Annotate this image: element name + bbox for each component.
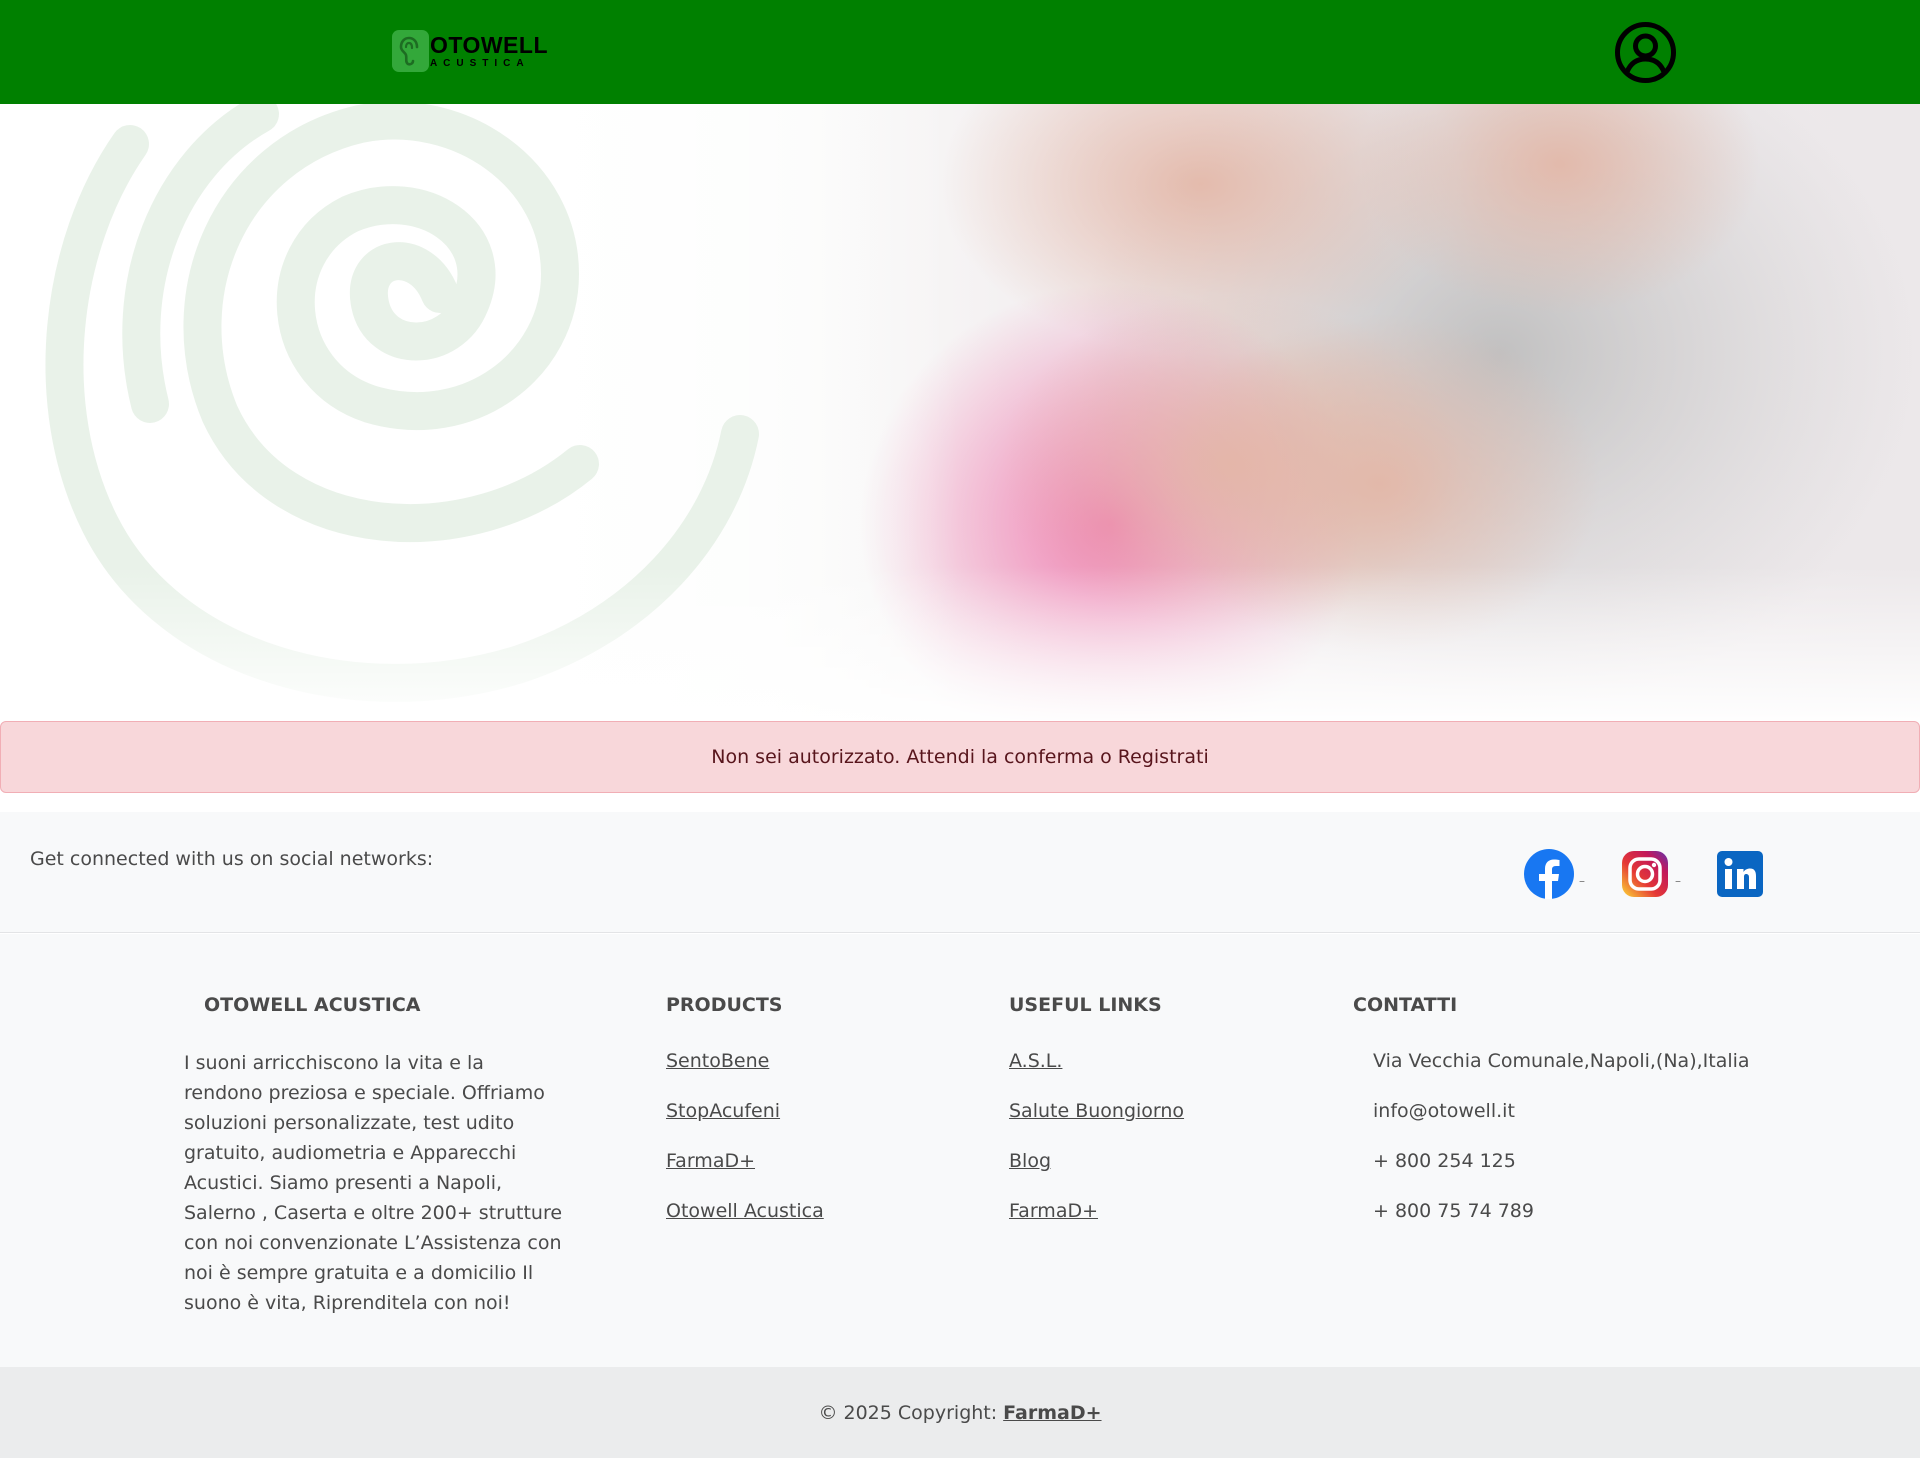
logo-sub-text: ACUSTICA [429, 57, 530, 69]
social-separator: – [1675, 874, 1681, 888]
alert-message: Non sei autorizzato. Attendi la conferma… [711, 746, 1209, 768]
footer-product-link[interactable]: StopAcufeni [666, 1100, 780, 1122]
contact-address: Via Vecchia Comunale,Napoli,(Na),Italia [1373, 1050, 1750, 1072]
unauthorized-alert: Non sei autorizzato. Attendi la conferma… [0, 721, 1920, 793]
footer-product-link[interactable]: SentoBene [666, 1050, 769, 1072]
footer-useful-links-list: A.S.L. Salute Buongiorno Blog FarmaD+ [1009, 1050, 1184, 1250]
logo-text: OTOWELL ACUSTICA [429, 31, 548, 69]
copyright-bar: © 2025 Copyright: FarmaD+ [0, 1367, 1920, 1458]
hero-image [0, 104, 1920, 720]
footer-useful-link[interactable]: Blog [1009, 1150, 1051, 1172]
footer-contacts-title: CONTATTI [1353, 994, 1458, 1016]
contact-phone: + 800 75 74 789 [1373, 1200, 1534, 1222]
social-bar: Get connected with us on social networks… [0, 812, 1920, 933]
footer-contacts-list: Via Vecchia Comunale,Napoli,(Na),Italia … [1373, 1050, 1750, 1250]
footer-about-title: OTOWELL ACUSTICA [204, 994, 421, 1016]
footer-useful-link[interactable]: A.S.L. [1009, 1050, 1062, 1072]
footer-useful-link[interactable]: Salute Buongiorno [1009, 1100, 1184, 1122]
contact-email: info@otowell.it [1373, 1100, 1515, 1122]
logo-main-text: OTOWELL [429, 31, 548, 58]
facebook-icon[interactable] [1523, 848, 1575, 900]
footer-useful-links-title: USEFUL LINKS [1009, 994, 1162, 1016]
footer-products-title: PRODUCTS [666, 994, 783, 1016]
instagram-icon[interactable] [1619, 848, 1671, 900]
ear-icon [392, 30, 429, 72]
footer-product-link[interactable]: FarmaD+ [666, 1150, 755, 1172]
copyright-link[interactable]: FarmaD+ [1003, 1402, 1101, 1424]
logo[interactable]: OTOWELL ACUSTICA [392, 30, 548, 72]
hero-banner [0, 104, 1920, 720]
footer-products-list: SentoBene StopAcufeni FarmaD+ Otowell Ac… [666, 1050, 824, 1250]
footer-about-text: I suoni arricchiscono la vita e la rendo… [184, 1052, 563, 1314]
copyright-text: © 2025 Copyright: [818, 1401, 998, 1424]
social-text: Get connected with us on social networks… [30, 848, 434, 870]
footer: OTOWELL ACUSTICA I suoni arricchiscono l… [0, 934, 1920, 1367]
footer-product-link[interactable]: Otowell Acustica [666, 1200, 824, 1222]
navbar: OTOWELL ACUSTICA [0, 0, 1920, 104]
linkedin-icon[interactable] [1714, 848, 1766, 900]
contact-phone: + 800 254 125 [1373, 1150, 1516, 1172]
user-circle-icon[interactable] [1614, 21, 1677, 84]
footer-useful-link[interactable]: FarmaD+ [1009, 1200, 1098, 1222]
social-separator: – [1579, 874, 1585, 888]
